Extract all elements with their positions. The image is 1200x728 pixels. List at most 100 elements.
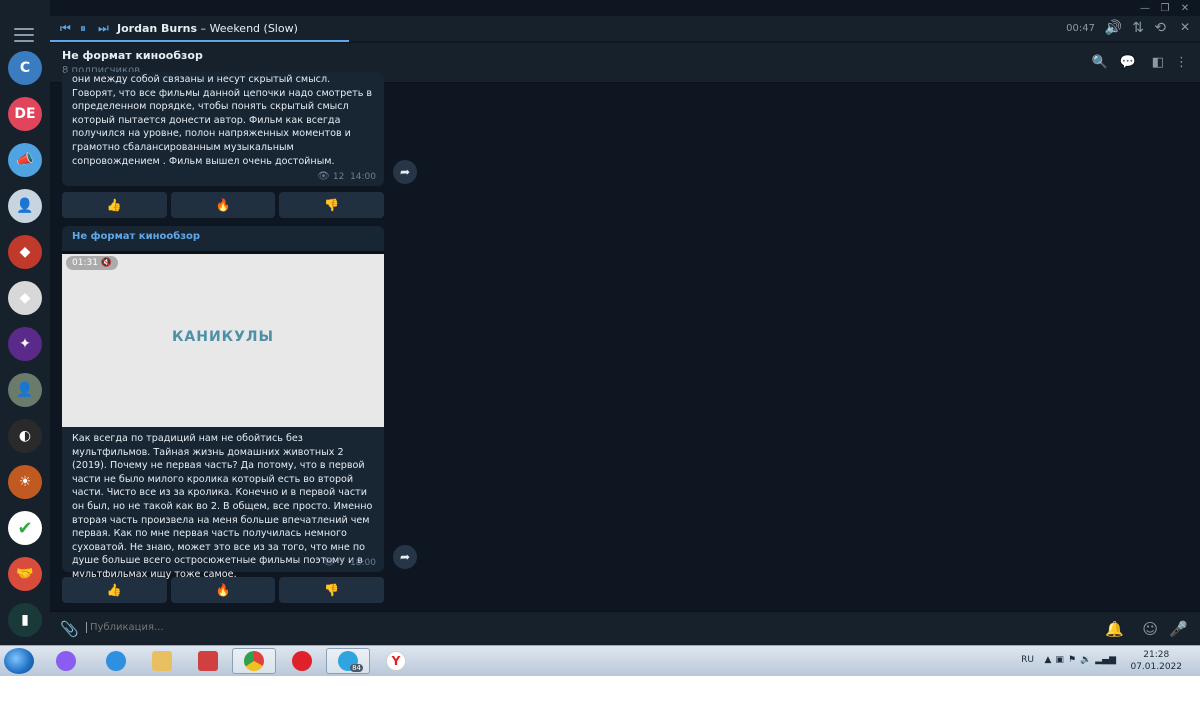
- track-separator: –: [197, 22, 210, 35]
- restore-icon[interactable]: ❐: [1158, 3, 1172, 15]
- track-name: Weekend (Slow): [209, 22, 298, 35]
- ie-app-icon[interactable]: [94, 648, 138, 674]
- blank-area: [0, 676, 1200, 728]
- chat-avatar[interactable]: ▮: [8, 603, 42, 637]
- chat-avatar[interactable]: 🤝: [8, 557, 42, 591]
- rubiks-app-icon[interactable]: [186, 648, 230, 674]
- sunset-icon: ☀: [18, 474, 32, 490]
- logo-icon: ◆: [19, 244, 31, 260]
- person-icon: 👤: [16, 198, 34, 214]
- neon-icon: ✦: [19, 336, 31, 352]
- chat-avatar[interactable]: 👤: [8, 189, 42, 223]
- repeat-icon[interactable]: ⟲: [1154, 20, 1166, 36]
- channel-post[interactable]: они между собой связаны и несут скрытый …: [62, 72, 384, 186]
- video-duration: 01:31: [72, 258, 98, 268]
- hamburger-menu-icon[interactable]: [14, 28, 34, 42]
- forward-icon[interactable]: ➦: [393, 545, 417, 569]
- chat-avatar[interactable]: ◐: [8, 419, 42, 453]
- reaction-fire[interactable]: 🔥: [170, 192, 276, 218]
- avatar-initials: C: [19, 60, 31, 76]
- tray-arrow-icon[interactable]: ▲: [1045, 655, 1052, 665]
- volume-icon[interactable]: 🔊: [1105, 20, 1122, 36]
- video-duration-badge[interactable]: 01:31 🔇: [66, 256, 119, 270]
- bell-icon[interactable]: 🔔: [1105, 620, 1124, 638]
- handshake-icon: 🤝: [16, 566, 34, 582]
- video-preview[interactable]: 01:31 🔇 КАНИКУЛЫ: [62, 251, 384, 427]
- close-icon[interactable]: ✕: [1178, 3, 1192, 15]
- more-options-icon[interactable]: ⋮: [1175, 55, 1188, 70]
- windows-taskbar: 84 Y RU ▲ ▣ ⚑ 🔉 ▂▄▆ 21:28 07.01.2022: [0, 645, 1200, 676]
- muted-icon: 🔇: [100, 258, 113, 268]
- views-count: 7: [338, 558, 345, 568]
- chat-avatar[interactable]: ◆: [8, 235, 42, 269]
- channel-post[interactable]: Не формат кинообзор 01:31 🔇 КАНИКУЛЫ Как…: [62, 226, 384, 580]
- tray-volume-icon[interactable]: 🔉: [1080, 655, 1091, 665]
- forward-icon[interactable]: ➦: [393, 160, 417, 184]
- reaction-thumbs-down[interactable]: 👎: [279, 192, 385, 218]
- previous-track-icon[interactable]: ⏮: [60, 21, 71, 36]
- post-meta: 👁 12 14:00: [317, 171, 376, 182]
- close-player-icon[interactable]: ✕: [1180, 20, 1190, 34]
- avatar-initials: DE: [14, 106, 36, 122]
- telegram-window: — ❐ ✕ C DE 📣 👤 ◆ ◆ ✦ 👤 ◐ ☀ ✔ 🤝 ▮ ⏮ ⏸ ⏭ Jordan Burns …: [0, 0, 1200, 645]
- microphone-icon[interactable]: 🎤: [1169, 620, 1188, 638]
- playback-progress-bar[interactable]: [50, 40, 349, 42]
- track-artist: Jordan Burns: [117, 22, 198, 35]
- language-indicator[interactable]: RU: [1021, 655, 1034, 665]
- views-icon: 👁: [322, 557, 336, 568]
- telegram-app-icon[interactable]: 84: [326, 648, 370, 674]
- attach-icon[interactable]: 📎: [60, 620, 79, 638]
- next-track-icon[interactable]: ⏭: [98, 21, 109, 36]
- clock-date: 07.01.2022: [1130, 662, 1182, 672]
- order-icon[interactable]: ⇅: [1132, 20, 1144, 36]
- alice-app-icon[interactable]: [44, 648, 88, 674]
- music-player-bar: ⏮ ⏸ ⏭ Jordan Burns – Weekend (Slow) 00:4…: [50, 16, 1200, 42]
- post-time: 18:00: [350, 558, 376, 568]
- person-icon: 👤: [16, 382, 34, 398]
- tray-app-icon[interactable]: ▣: [1055, 655, 1064, 665]
- chat-avatar[interactable]: ✔: [8, 511, 42, 545]
- post-meta: 👁 7 18:00: [323, 557, 376, 568]
- reactions-bar: 👍 🔥 👎: [62, 577, 385, 603]
- sidebar-toggle-icon[interactable]: ◧: [1152, 55, 1164, 70]
- tray-network-icon[interactable]: ▂▄▆: [1095, 655, 1116, 665]
- views-count: 12: [332, 172, 345, 182]
- chat-avatar[interactable]: ◆: [8, 281, 42, 315]
- yandex-app-icon[interactable]: Y: [374, 648, 418, 674]
- post-time: 14:00: [350, 172, 376, 182]
- system-clock[interactable]: 21:28 07.01.2022: [1130, 649, 1182, 673]
- chrome-app-icon[interactable]: [232, 648, 276, 674]
- comments-icon[interactable]: 💬: [1120, 55, 1136, 70]
- opera-app-icon[interactable]: [280, 648, 324, 674]
- pause-icon[interactable]: ⏸: [80, 21, 86, 36]
- video-title-text: КАНИКУЛЫ: [171, 329, 275, 345]
- channel-title[interactable]: Не формат кинообзор: [62, 49, 203, 62]
- chat-avatar[interactable]: ☀: [8, 465, 42, 499]
- system-tray: ▲ ▣ ⚑ 🔉 ▂▄▆: [1045, 655, 1117, 665]
- playback-time: 00:47: [1066, 23, 1095, 34]
- explorer-app-icon[interactable]: [140, 648, 184, 674]
- chat-avatar[interactable]: 👤: [8, 373, 42, 407]
- tray-flag-icon[interactable]: ⚑: [1068, 655, 1076, 665]
- reaction-fire[interactable]: 🔥: [170, 577, 276, 603]
- emoji-icon[interactable]: ☺: [1142, 620, 1158, 638]
- post-channel-name[interactable]: Не формат кинообзор: [62, 226, 384, 242]
- reaction-thumbs-up[interactable]: 👍: [62, 577, 167, 603]
- reaction-thumbs-down[interactable]: 👎: [279, 577, 385, 603]
- book-icon: ▮: [21, 612, 29, 628]
- reactions-bar: 👍 🔥 👎: [62, 192, 385, 218]
- reaction-thumbs-up[interactable]: 👍: [62, 192, 167, 218]
- chat-avatar[interactable]: ✦: [8, 327, 42, 361]
- chat-avatar[interactable]: DE: [8, 97, 42, 131]
- search-icon[interactable]: 🔍: [1092, 55, 1108, 70]
- clock-time: 21:28: [1143, 650, 1170, 660]
- minimize-icon[interactable]: —: [1138, 3, 1152, 15]
- chat-avatar[interactable]: C: [8, 51, 42, 85]
- message-input[interactable]: [86, 622, 786, 633]
- start-button[interactable]: [4, 648, 34, 674]
- telegram-unread-badge: 84: [350, 664, 363, 672]
- now-playing-title[interactable]: Jordan Burns – Weekend (Slow): [117, 22, 298, 35]
- post-text: они между собой связаны и несут скрытый …: [72, 74, 373, 167]
- chat-avatar[interactable]: 📣: [8, 143, 42, 177]
- megaphone-icon: 📣: [16, 152, 34, 168]
